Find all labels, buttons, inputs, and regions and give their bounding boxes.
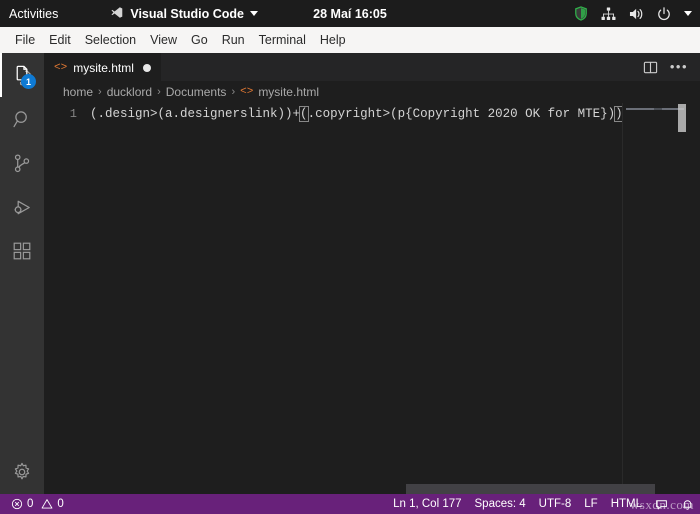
vertical-scrollbar[interactable] [686, 103, 700, 494]
status-bar-right: Ln 1, Col 177 Spaces: 4 UTF-8 LF HTML [393, 498, 694, 511]
sidebar-item-search[interactable] [0, 97, 44, 141]
error-icon [11, 498, 23, 510]
code-editor[interactable]: 1 (.design>(a.designerslink))+(.copyrigh… [44, 103, 700, 494]
warning-count: 0 [57, 498, 64, 510]
tab-bar: <> mysite.html ••• [44, 53, 700, 81]
warning-icon [41, 498, 53, 510]
menu-item-run[interactable]: Run [215, 30, 252, 50]
status-problems[interactable]: 0 0 [11, 498, 64, 510]
network-icon[interactable] [601, 6, 616, 21]
html-file-icon: <> [240, 86, 254, 98]
explorer-badge: 1 [21, 74, 36, 89]
horizontal-scrollbar[interactable] [406, 484, 655, 494]
split-editor-icon[interactable] [643, 60, 658, 75]
bell-icon[interactable] [681, 498, 694, 511]
code-segment-b: .copyright>(p{Copyright 2020 OK for MTE}… [307, 107, 616, 121]
breadcrumb-item-file[interactable]: <> mysite.html [240, 85, 319, 99]
chevron-down-icon [250, 11, 258, 16]
manage-settings-button[interactable] [0, 450, 44, 494]
search-icon [11, 108, 34, 131]
feedback-icon[interactable] [655, 498, 668, 511]
sidebar-item-source-control[interactable] [0, 141, 44, 185]
run-debug-icon [11, 196, 34, 219]
power-icon[interactable] [657, 6, 671, 21]
volume-icon[interactable] [629, 7, 644, 21]
system-tray [574, 6, 692, 21]
source-control-icon [11, 152, 34, 175]
menu-item-go[interactable]: Go [184, 30, 215, 50]
gear-icon [11, 461, 33, 483]
vscode-window: Activities Visual Studio Code 28 Maí 16:… [0, 0, 700, 514]
editor-actions: ••• [643, 53, 694, 81]
breadcrumb-separator: › [231, 86, 236, 98]
breadcrumb: home › ducklord › Documents › <> mysite.… [44, 81, 700, 103]
menu-item-help[interactable]: Help [313, 30, 353, 50]
minimap[interactable] [622, 103, 686, 494]
vscode-icon [110, 6, 124, 22]
sidebar-item-extensions[interactable] [0, 229, 44, 273]
menu-item-selection[interactable]: Selection [78, 30, 143, 50]
sidebar-item-run-debug[interactable] [0, 185, 44, 229]
gnome-top-bar: Activities Visual Studio Code 28 Maí 16:… [0, 0, 700, 27]
tray-chevron-down-icon[interactable] [684, 11, 692, 16]
menu-item-view[interactable]: View [143, 30, 184, 50]
breadcrumb-item-documents[interactable]: Documents [166, 85, 227, 99]
breadcrumb-file-label: mysite.html [258, 85, 319, 99]
more-actions-icon[interactable]: ••• [670, 60, 688, 73]
menu-item-edit[interactable]: Edit [42, 30, 78, 50]
minimap-slider[interactable] [678, 104, 686, 132]
breadcrumb-item-home[interactable]: home [63, 85, 93, 99]
minimap-code-line [626, 108, 684, 110]
breadcrumb-separator: › [157, 86, 161, 98]
breadcrumb-separator: › [98, 86, 102, 98]
line-number-gutter: 1 [44, 103, 90, 494]
shield-icon[interactable] [574, 6, 588, 21]
menu-bar: File Edit Selection View Go Run Terminal… [0, 27, 700, 53]
html-file-icon: <> [54, 61, 68, 74]
status-language-mode[interactable]: HTML [611, 498, 642, 510]
status-eol[interactable]: LF [584, 498, 597, 510]
status-encoding[interactable]: UTF-8 [539, 498, 572, 510]
menu-item-terminal[interactable]: Terminal [252, 30, 313, 50]
sidebar-item-explorer[interactable]: 1 [0, 53, 44, 97]
status-bar: 0 0 Ln 1, Col 177 Spaces: 4 UTF-8 LF HTM… [0, 494, 700, 514]
tab-mysite-html[interactable]: <> mysite.html [44, 53, 161, 81]
line-number: 1 [69, 107, 77, 121]
menu-item-file[interactable]: File [8, 30, 42, 50]
breadcrumb-item-ducklord[interactable]: ducklord [107, 85, 152, 99]
status-bar-left: 0 0 [0, 498, 64, 510]
tab-label: mysite.html [73, 60, 134, 75]
extensions-icon [11, 240, 33, 262]
code-segment-a: (.design>(a.designerslink))+ [90, 107, 301, 121]
editor-group: <> mysite.html ••• home › ducklord › Doc… [44, 53, 700, 494]
active-app-menu[interactable]: Visual Studio Code [110, 6, 258, 22]
unsaved-indicator-icon[interactable] [142, 63, 151, 72]
error-count: 0 [27, 498, 34, 510]
activity-bar: 1 [0, 53, 44, 494]
status-cursor-position[interactable]: Ln 1, Col 177 [393, 498, 461, 510]
code-line-1[interactable]: (.design>(a.designerslink))+(.copyright>… [90, 106, 700, 123]
status-indentation[interactable]: Spaces: 4 [475, 498, 526, 510]
active-app-name: Visual Studio Code [130, 6, 244, 21]
activities-button[interactable]: Activities [0, 7, 70, 21]
